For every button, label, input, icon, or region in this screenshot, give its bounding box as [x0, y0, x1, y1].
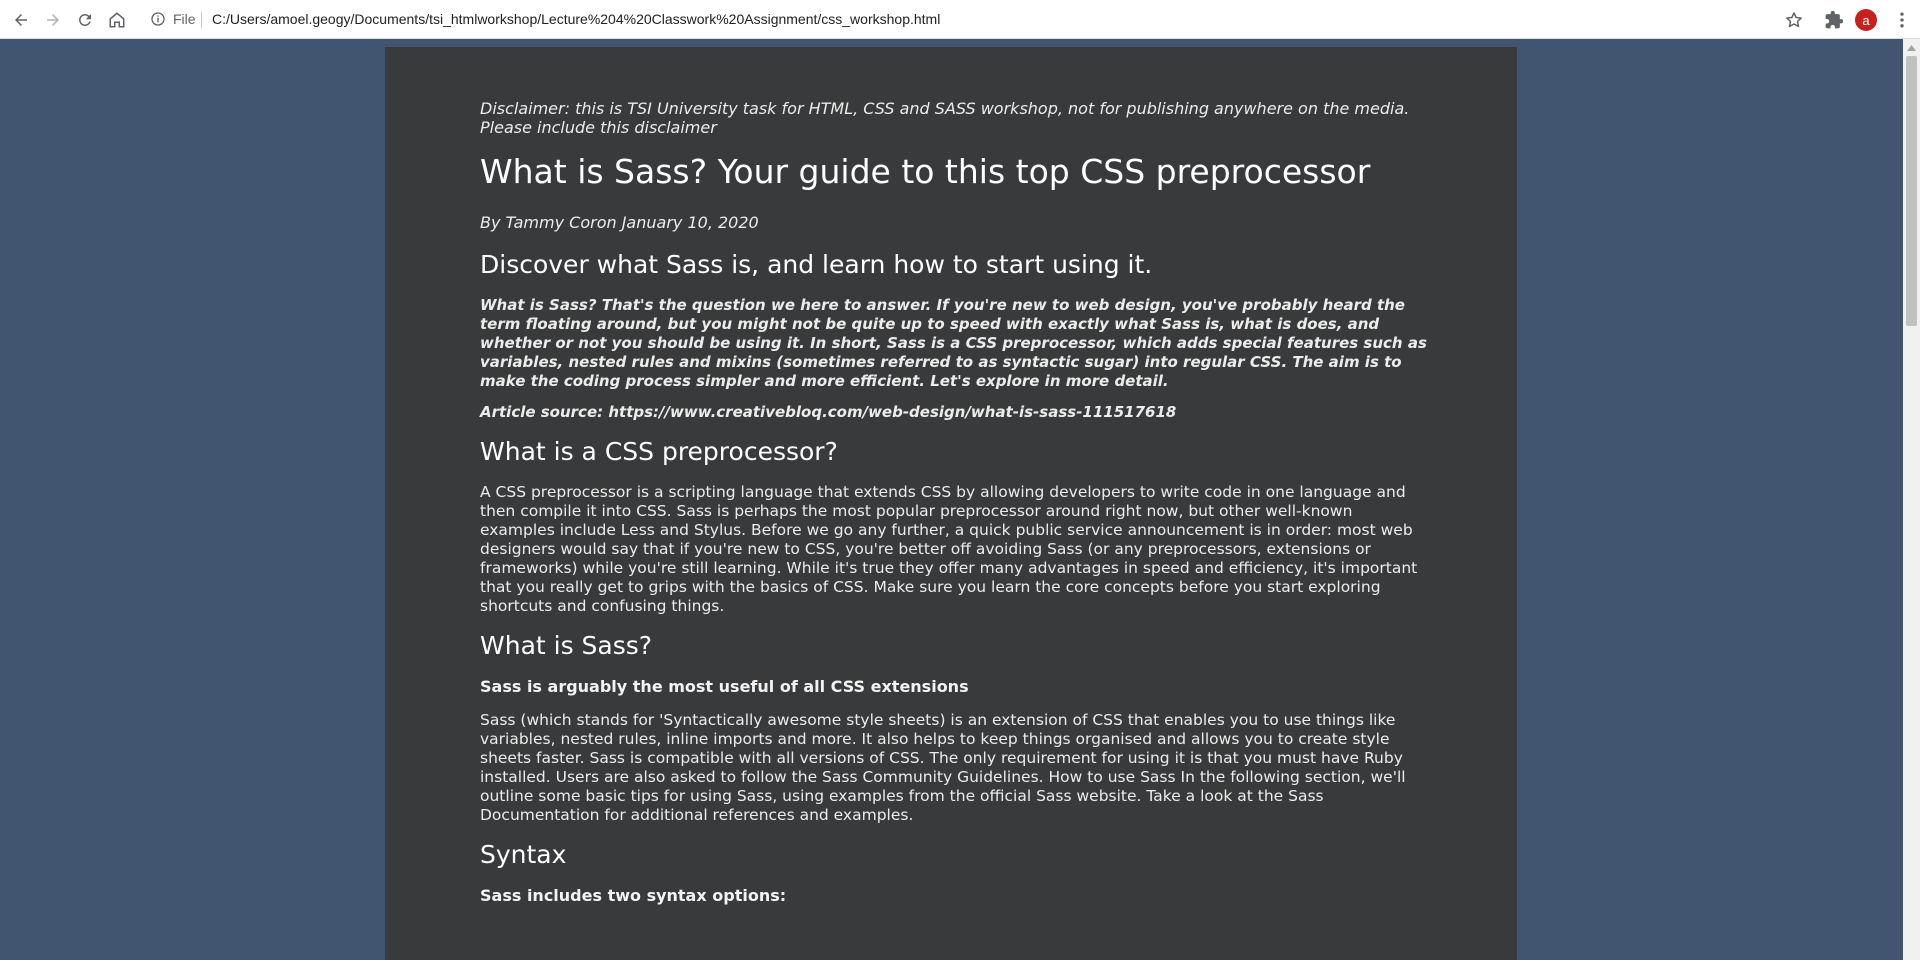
page-scrollbar[interactable] [1903, 39, 1920, 960]
forward-button[interactable] [42, 9, 64, 31]
article-source: Article source: https://www.creativebloq… [480, 403, 1177, 421]
article-content: Disclaimer: this is TSI University task … [480, 99, 1430, 920]
info-icon[interactable] [150, 11, 166, 27]
back-button[interactable] [10, 9, 32, 31]
home-icon [109, 12, 125, 28]
article-panel: Disclaimer: this is TSI University task … [385, 47, 1517, 960]
extensions-icon[interactable] [1824, 10, 1844, 30]
menu-icon[interactable] [1892, 10, 1912, 30]
scroll-up-button[interactable] [1903, 39, 1920, 56]
forward-icon [47, 14, 59, 26]
article-title: What is Sass? Your guide to this top CSS… [480, 152, 1371, 191]
address-bar-url[interactable]: C:/Users/amoel.geogy/Documents/tsi_htmlw… [212, 11, 940, 27]
intro-paragraph: What is Sass? That's the question we her… [480, 296, 1427, 390]
home-button[interactable] [106, 9, 128, 31]
reload-icon [79, 13, 91, 26]
article-subtitle: Discover what Sass is, and learn how to … [480, 250, 1153, 279]
byline: By Tammy Coron January 10, 2020 [480, 213, 759, 232]
section-heading-preprocessor: What is a CSS preprocessor? [480, 437, 838, 466]
section-heading-what-is-sass: What is Sass? [480, 631, 653, 660]
section-text-what-is-sass: Sass (which stands for 'Syntactically aw… [480, 711, 1406, 824]
file-label: File [173, 11, 196, 27]
reload-button[interactable] [74, 9, 96, 31]
scroll-up-icon [1907, 44, 1916, 51]
profile-avatar[interactable]: a [1855, 9, 1877, 31]
section-heading-syntax: Syntax [480, 840, 567, 869]
section-subheading-syntax-options: Sass includes two syntax options: [480, 886, 787, 905]
disclaimer: Disclaimer: this is TSI University task … [480, 99, 1410, 137]
section-text-preprocessor: A CSS preprocessor is a scripting langua… [480, 483, 1418, 615]
address-divider [201, 12, 202, 28]
browser-toolbar: File C:/Users/amoel.geogy/Documents/tsi_… [0, 0, 1920, 39]
scroll-thumb[interactable] [1906, 56, 1917, 326]
section-subheading-extensions: Sass is arguably the most useful of all … [480, 677, 969, 696]
back-icon [15, 14, 27, 26]
star-icon[interactable] [1784, 10, 1804, 30]
